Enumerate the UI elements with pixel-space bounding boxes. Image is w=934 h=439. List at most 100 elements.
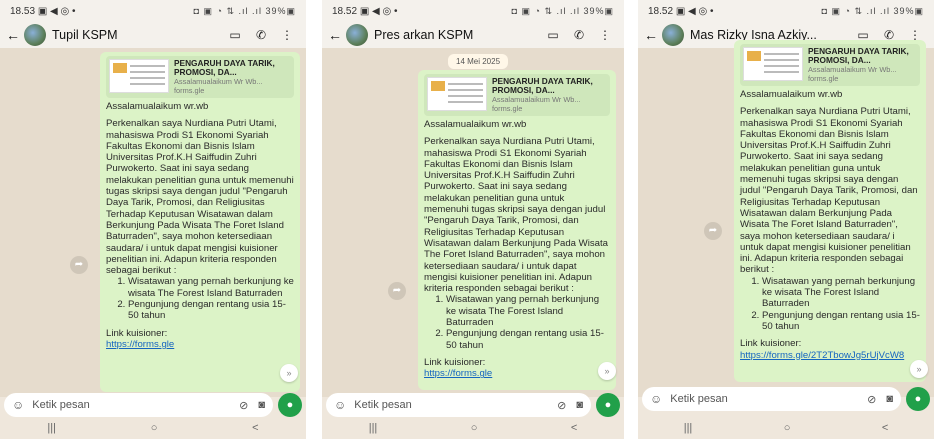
back-arrow-icon[interactable]: ← — [6, 27, 20, 43]
forward-icon[interactable]: ➦ — [704, 222, 722, 240]
link-preview-thumbnail — [109, 59, 169, 93]
criteria-list: Wisatawan yang pernah berkunjung ke wisa… — [424, 294, 610, 350]
android-nav-bar: ||| ○ < — [322, 417, 624, 439]
avatar[interactable] — [24, 24, 46, 46]
status-icons-left: ▣ ◀ ◎ • — [37, 5, 76, 17]
message-bubble[interactable]: PENGARUH DAYA TARIK, PROMOSI, DA... Assa… — [734, 40, 926, 382]
nav-back-icon[interactable]: < — [252, 422, 258, 434]
nav-back-icon[interactable]: < — [882, 422, 888, 434]
message-body: Perkenalkan saya Nurdiana Putri Utami, m… — [424, 136, 608, 295]
avatar[interactable] — [662, 24, 684, 46]
mic-button[interactable]: ● — [596, 393, 620, 417]
status-icons-right: ◘ ▣ ◔ ⇅ .ıl .ıl 39%▣ — [193, 5, 296, 16]
message-placeholder: Ketik pesan — [670, 393, 728, 405]
nav-back-icon[interactable]: < — [571, 422, 577, 434]
questionnaire-link[interactable]: https://forms.gle — [106, 339, 174, 350]
recent-apps-icon[interactable]: ||| — [684, 422, 693, 434]
link-preview[interactable]: PENGARUH DAYA TARIK, PROMOSI, DA... Assa… — [424, 74, 610, 116]
status-time: 18.52 — [332, 5, 358, 17]
message-bubble[interactable]: PENGARUH DAYA TARIK, PROMOSI, DA... Assa… — [418, 70, 616, 390]
recent-apps-icon[interactable]: ||| — [369, 422, 378, 434]
message-input-bar: ☺ Ketik pesan ⊘ ◙ ● — [0, 392, 306, 418]
message-greeting: Assalamualaikum wr.wb — [740, 89, 843, 100]
android-nav-bar: ||| ○ < — [0, 417, 306, 439]
home-icon[interactable]: ○ — [784, 422, 791, 434]
voice-call-icon[interactable]: ✆ — [566, 28, 592, 42]
forward-icon[interactable]: ➦ — [70, 256, 88, 274]
status-bar: 18.52 ▣ ◀ ◎ • ◘ ▣ ◔ ⇅ .ıl .ıl 39%▣ — [322, 0, 624, 22]
status-bar: 18.52 ▣ ◀ ◎ • ◘ ▣ ◔ ⇅ .ıl .ıl 39%▣ — [638, 0, 934, 22]
attach-icon[interactable]: ⊘ — [867, 393, 876, 406]
link-preview-description: Assalamualaikum Wr Wb... — [492, 95, 581, 104]
message-greeting: Assalamualaikum wr.wb — [106, 101, 209, 112]
link-label: Link kuisioner: — [424, 356, 486, 368]
message-body: Perkenalkan saya Nurdiana Putri Utami, m… — [740, 106, 918, 276]
status-icons-right: ◘ ▣ ◔ ⇅ .ıl .ıl 39%▣ — [821, 5, 924, 16]
criteria-list: Wisatawan yang pernah berkunjung ke wisa… — [106, 276, 294, 321]
camera-icon[interactable]: ◙ — [886, 393, 893, 405]
message-input-bar: ☺ Ketik pesan ⊘ ◙ ● — [322, 392, 624, 418]
link-label: Link kuisioner: — [106, 327, 168, 339]
menu-icon[interactable]: ⋮ — [274, 28, 300, 42]
criteria-item: Wisatawan yang pernah berkunjung ke wisa… — [446, 294, 610, 328]
link-preview-title: PENGARUH DAYA TARIK, PROMOSI, DA... — [174, 59, 275, 77]
link-preview-description: Assalamualaikum Wr Wb... — [808, 65, 897, 74]
home-icon[interactable]: ○ — [151, 422, 158, 434]
forward-icon[interactable]: ➦ — [388, 282, 406, 300]
phone-screen-3: 18.52 ▣ ◀ ◎ • ◘ ▣ ◔ ⇅ .ıl .ıl 39%▣ ← Mas… — [638, 0, 934, 439]
link-preview-domain: forms.gle — [808, 74, 839, 83]
message-input-bar: ☺ Ketik pesan ⊘ ◙ ● — [638, 386, 934, 412]
back-arrow-icon[interactable]: ← — [644, 27, 658, 43]
status-icons-left: ▣ ◀ ◎ • — [359, 5, 398, 17]
video-call-icon[interactable]: ▭ — [540, 28, 566, 42]
attach-icon[interactable]: ⊘ — [239, 399, 248, 412]
camera-icon[interactable]: ◙ — [576, 399, 583, 411]
back-arrow-icon[interactable]: ← — [328, 27, 342, 43]
message-input[interactable]: ☺ Ketik pesan ⊘ ◙ — [642, 387, 901, 411]
scroll-down-icon[interactable]: » — [280, 364, 298, 382]
scroll-down-icon[interactable]: » — [910, 360, 928, 378]
emoji-icon[interactable]: ☺ — [650, 392, 662, 406]
link-preview-description: Assalamualaikum Wr Wb... — [174, 77, 263, 86]
questionnaire-link[interactable]: https://forms.gle — [424, 368, 492, 379]
contact-name[interactable]: Pres arkan KSPM — [374, 28, 540, 42]
video-call-icon[interactable]: ▭ — [222, 28, 248, 42]
scroll-down-icon[interactable]: » — [598, 362, 616, 380]
mic-button[interactable]: ● — [278, 393, 302, 417]
chat-header: ← Tupil KSPM ▭ ✆ ⋮ — [0, 22, 306, 48]
avatar[interactable] — [346, 24, 368, 46]
voice-call-icon[interactable]: ✆ — [248, 28, 274, 42]
criteria-item: Pengunjung dengan rentang usia 15-50 tah… — [128, 299, 294, 322]
link-preview-thumbnail — [427, 77, 487, 111]
link-preview-title: PENGARUH DAYA TARIK, PROMOSI, DA... — [808, 47, 909, 65]
status-time: 18.53 — [10, 5, 36, 17]
link-preview-thumbnail — [743, 47, 803, 81]
home-icon[interactable]: ○ — [471, 422, 478, 434]
attach-icon[interactable]: ⊘ — [557, 399, 566, 412]
link-preview-domain: forms.gle — [492, 104, 523, 113]
questionnaire-link[interactable]: https://forms.gle/2T2TbowJg5rUjVcW8 — [740, 350, 904, 361]
menu-icon[interactable]: ⋮ — [592, 28, 618, 42]
android-nav-bar: ||| ○ < — [638, 417, 934, 439]
criteria-item: Wisatawan yang pernah berkunjung ke wisa… — [762, 276, 920, 310]
criteria-item: Wisatawan yang pernah berkunjung ke wisa… — [128, 276, 294, 299]
phone-screen-1: 18.53 ▣ ◀ ◎ • ◘ ▣ ◔ ⇅ .ıl .ıl 39%▣ ← Tup… — [0, 0, 306, 439]
message-input[interactable]: ☺ Ketik pesan ⊘ ◙ — [4, 393, 273, 417]
emoji-icon[interactable]: ☺ — [334, 398, 346, 412]
emoji-icon[interactable]: ☺ — [12, 398, 24, 412]
mic-button[interactable]: ● — [906, 387, 930, 411]
message-input[interactable]: ☺ Ketik pesan ⊘ ◙ — [326, 393, 591, 417]
phone-screen-2: 18.52 ▣ ◀ ◎ • ◘ ▣ ◔ ⇅ .ıl .ıl 39%▣ ← Pre… — [322, 0, 624, 439]
camera-icon[interactable]: ◙ — [258, 399, 265, 411]
contact-name[interactable]: Tupil KSPM — [52, 28, 222, 42]
criteria-item: Pengunjung dengan rentang usia 15-50 tah… — [446, 328, 610, 351]
link-preview[interactable]: PENGARUH DAYA TARIK, PROMOSI, DA... Assa… — [106, 56, 294, 98]
message-bubble[interactable]: PENGARUH DAYA TARIK, PROMOSI, DA... Assa… — [100, 52, 300, 392]
status-icons-right: ◘ ▣ ◔ ⇅ .ıl .ıl 39%▣ — [511, 5, 614, 16]
link-preview-title: PENGARUH DAYA TARIK, PROMOSI, DA... — [492, 77, 593, 95]
link-label: Link kuisioner: — [740, 338, 802, 350]
link-preview[interactable]: PENGARUH DAYA TARIK, PROMOSI, DA... Assa… — [740, 44, 920, 86]
recent-apps-icon[interactable]: ||| — [47, 422, 56, 434]
message-body: Perkenalkan saya Nurdiana Putri Utami, m… — [106, 118, 294, 277]
date-chip: 14 Mei 2025 — [448, 54, 509, 69]
